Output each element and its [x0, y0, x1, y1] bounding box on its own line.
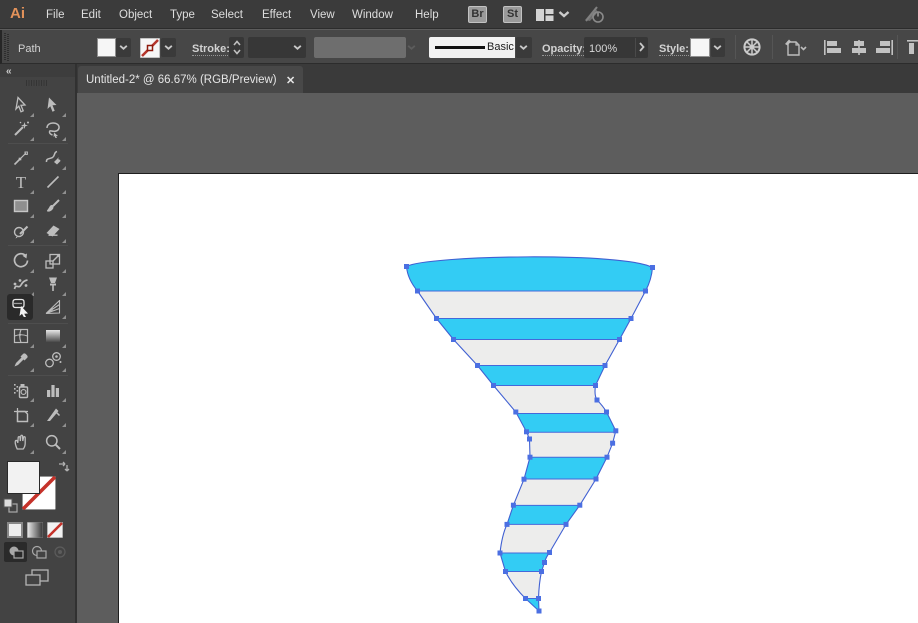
- svg-text:T: T: [16, 173, 27, 191]
